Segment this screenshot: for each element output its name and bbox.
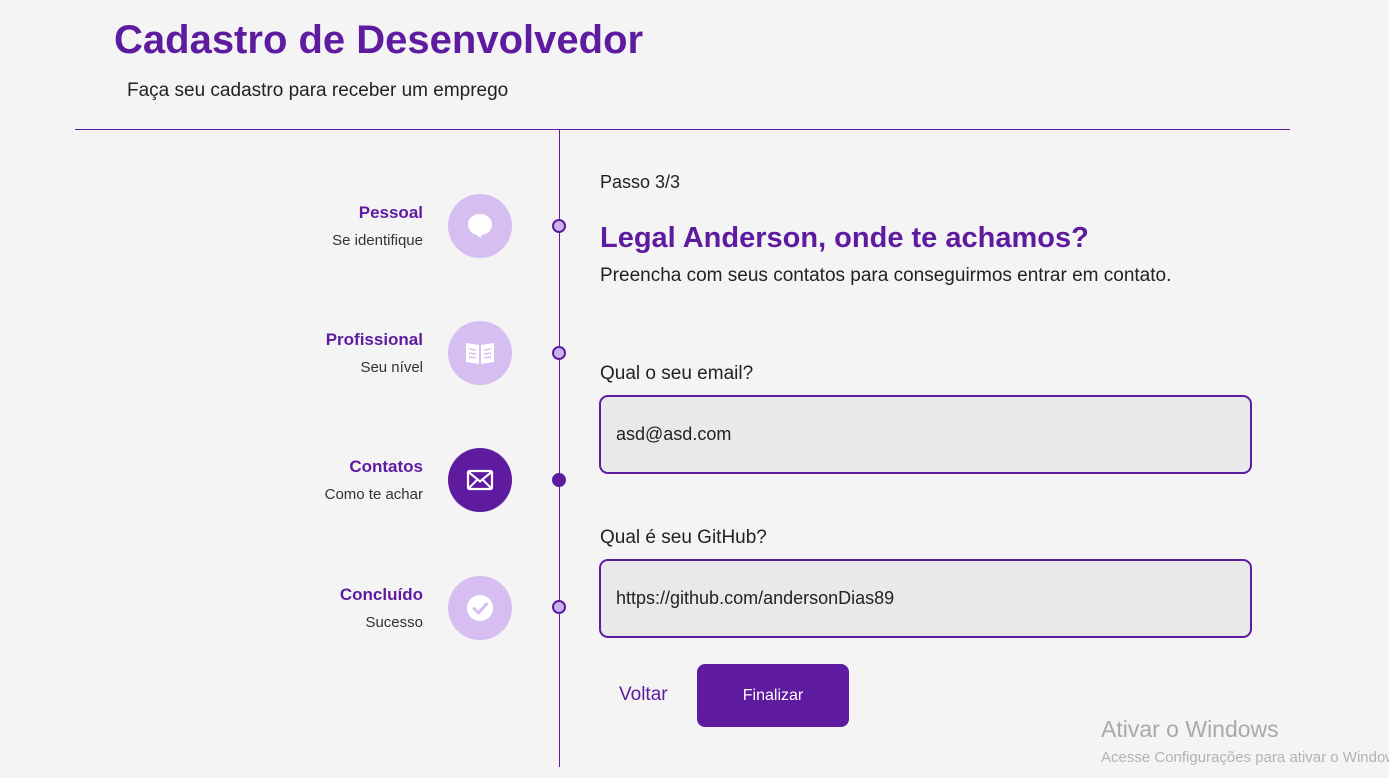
book-icon <box>448 321 512 385</box>
email-label: Qual o seu email? <box>600 363 754 384</box>
progress-dot <box>552 600 566 614</box>
step-description: Se identifique <box>332 232 423 249</box>
github-label: Qual é seu GitHub? <box>600 527 767 548</box>
step-counter: Passo 3/3 <box>600 172 681 192</box>
windows-activation-subtitle: Acesse Configurações para ativar o Windo… <box>1101 749 1389 766</box>
step-profissional: Profissional Seu nível <box>326 330 423 376</box>
step-title: Pessoal <box>358 203 423 222</box>
page-subtitle: Faça seu cadastro para receber um empreg… <box>127 80 509 101</box>
progress-dot-active <box>552 473 566 487</box>
step-contatos: Contatos Como te achar <box>325 457 423 503</box>
page-title: Cadastro de Desenvolvedor <box>114 18 644 62</box>
header-divider <box>75 129 1290 130</box>
check-icon <box>448 576 512 640</box>
step-title: Concluído <box>339 585 423 604</box>
form-description: Preencha com seus contatos para consegui… <box>600 265 1172 286</box>
windows-activation-title: Ativar o Windows <box>1101 716 1279 742</box>
step-description: Seu nível <box>360 359 423 376</box>
finish-button[interactable]: Finalizar <box>697 664 849 727</box>
github-field[interactable] <box>599 559 1252 638</box>
step-concluido: Concluído Sucesso <box>340 585 423 631</box>
progress-dot <box>552 346 566 360</box>
email-field[interactable] <box>599 395 1252 474</box>
step-pessoal: Pessoal Se identifique <box>332 203 423 249</box>
mail-icon <box>448 448 512 512</box>
form-title: Legal Anderson, onde te achamos? <box>600 222 1089 254</box>
step-description: Como te achar <box>324 486 423 503</box>
progress-dot <box>552 219 566 233</box>
chat-bubble-icon <box>448 194 512 258</box>
back-link[interactable]: Voltar <box>619 684 668 706</box>
step-title: Profissional <box>325 330 423 349</box>
step-title: Contatos <box>349 457 423 476</box>
step-description: Sucesso <box>365 614 423 631</box>
